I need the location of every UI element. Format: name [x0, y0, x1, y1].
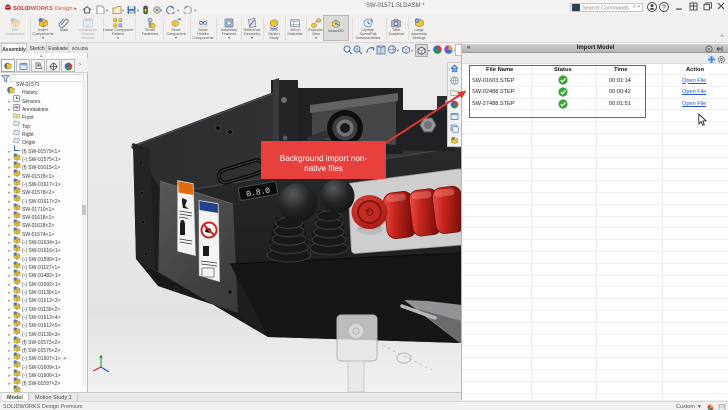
svg-text:▾: ▾	[428, 48, 430, 53]
svg-text:▾: ▾	[397, 48, 399, 53]
svg-text:▾: ▾	[177, 8, 180, 13]
svg-text:?: ?	[662, 4, 666, 11]
svg-text:▾: ▾	[194, 8, 197, 13]
svg-text:▾: ▾	[106, 8, 109, 13]
svg-text:▾: ▾	[411, 48, 413, 53]
svg-text:▾: ▾	[137, 8, 140, 13]
svg-text:▾: ▾	[122, 8, 125, 13]
svg-text:▾: ▾	[160, 8, 163, 13]
